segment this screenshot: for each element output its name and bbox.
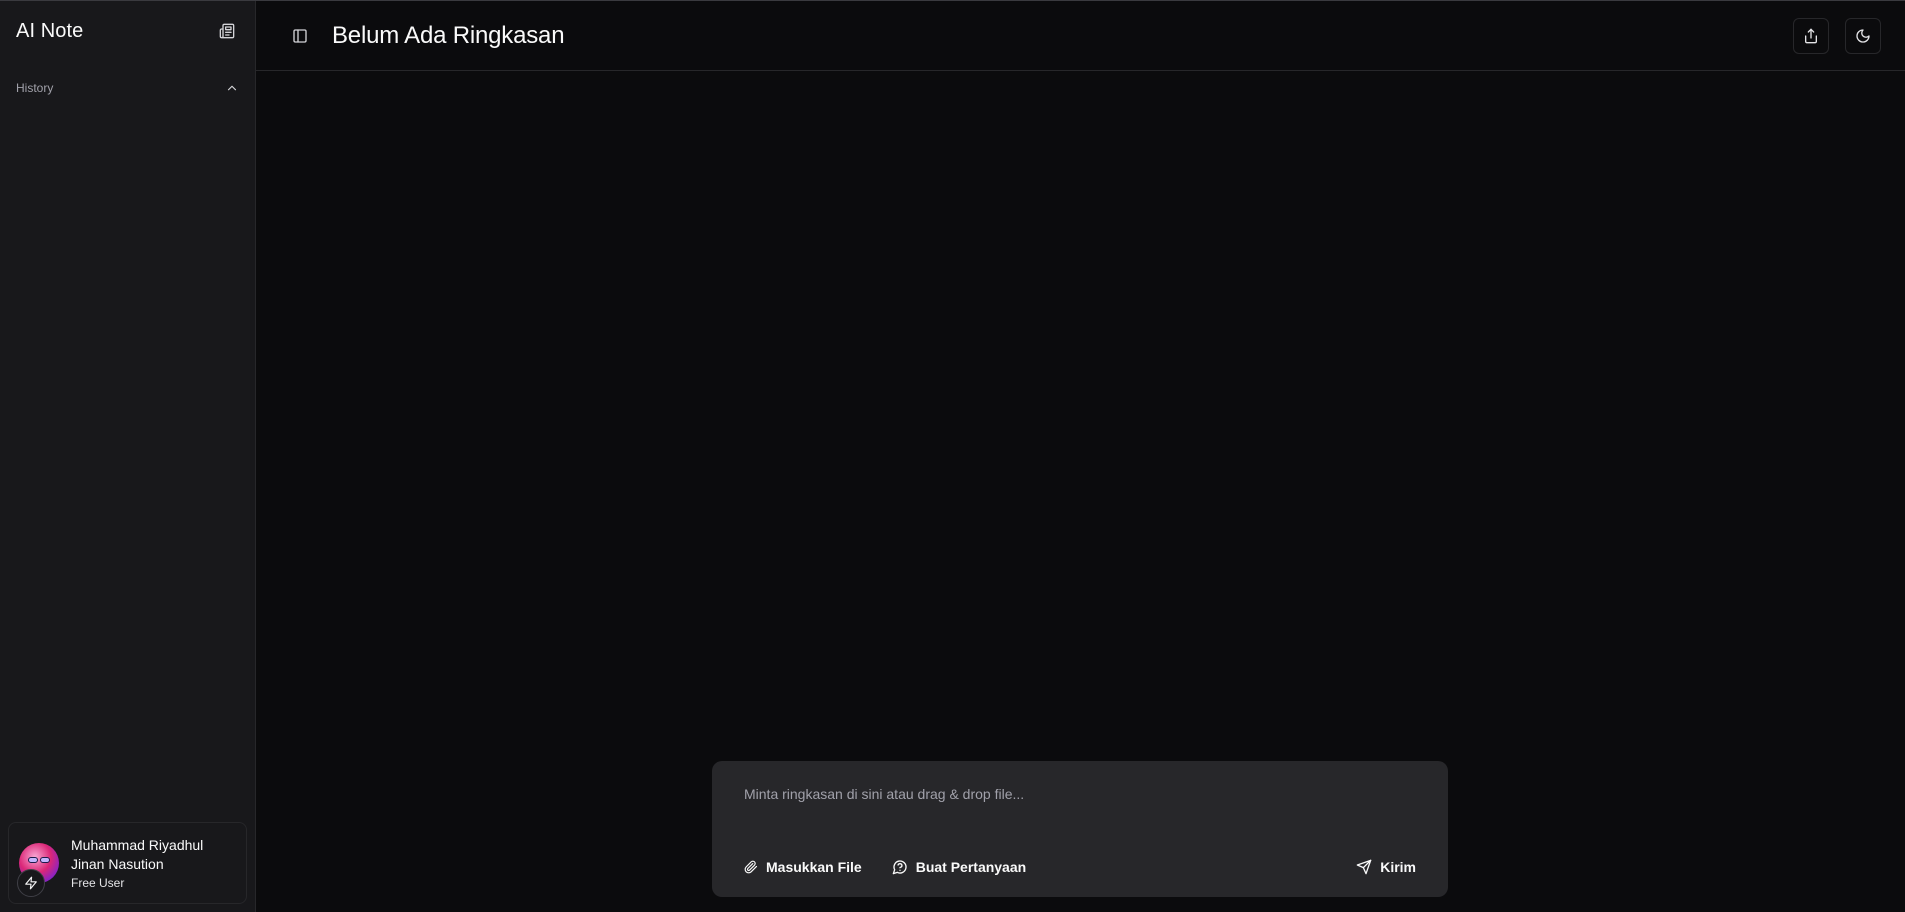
page-title: Belum Ada Ringkasan <box>332 21 565 49</box>
toggle-sidebar-button[interactable] <box>288 24 312 48</box>
user-name-line1: Muhammad Riyadhul <box>71 837 204 853</box>
main-area: Belum Ada Ringkasan Minta ringkasan di s… <box>256 1 1905 912</box>
share-button[interactable] <box>1793 17 1829 54</box>
top-bar: Belum Ada Ringkasan <box>256 1 1905 71</box>
panel-left-icon <box>293 28 307 43</box>
user-info: Muhammad Riyadhul Jinan Nasution Free Us… <box>71 836 203 890</box>
send-button[interactable]: Kirim <box>1356 859 1416 875</box>
bolt-icon <box>25 876 37 890</box>
history-list <box>0 105 255 822</box>
ask-question-button[interactable]: Buat Pertanyaan <box>892 859 1026 875</box>
attach-file-label: Masukkan File <box>766 859 862 875</box>
prompt-composer: Masukkan File Buat Pertanyaan Kirim <box>712 761 1448 897</box>
user-name-line2: Jinan Nasution <box>71 856 164 872</box>
chevron-up-icon <box>227 85 237 91</box>
ask-question-label: Buat Pertanyaan <box>915 859 1027 875</box>
history-label: History <box>16 81 54 95</box>
paperclip-icon <box>744 860 758 874</box>
share-icon <box>1805 28 1817 43</box>
app-root: AI Note History Muhammad Riyadhul Jinan … <box>0 0 1905 912</box>
top-actions <box>1793 17 1881 54</box>
sidebar: AI Note History Muhammad Riyadhul Jinan … <box>0 1 256 912</box>
composer-actions: Masukkan File Buat Pertanyaan Kirim <box>744 859 1416 875</box>
attach-file-button[interactable]: Masukkan File <box>744 859 862 875</box>
prompt-input[interactable] <box>744 783 1416 805</box>
upgrade-button[interactable] <box>17 869 45 897</box>
user-profile-card[interactable]: Muhammad Riyadhul Jinan Nasution Free Us… <box>8 822 247 904</box>
message-question-icon <box>892 860 907 875</box>
send-icon <box>1356 859 1372 875</box>
sidebar-header: AI Note <box>0 1 255 61</box>
moon-icon <box>1856 28 1870 43</box>
newspaper-icon <box>219 23 235 39</box>
send-label: Kirim <box>1380 859 1416 875</box>
avatar-decoration <box>40 857 50 863</box>
history-section-toggle[interactable]: History <box>0 71 255 105</box>
theme-toggle-button[interactable] <box>1845 17 1881 54</box>
user-plan: Free User <box>71 876 125 890</box>
avatar-decoration <box>28 857 38 863</box>
new-note-button[interactable] <box>215 19 239 43</box>
app-title: AI Note <box>16 19 84 42</box>
